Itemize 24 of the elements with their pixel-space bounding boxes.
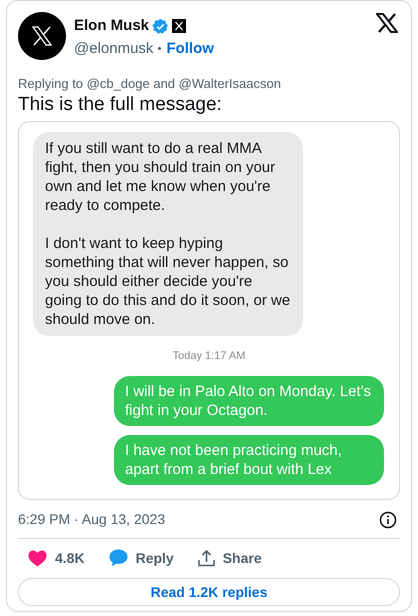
follow-link[interactable]: Follow xyxy=(166,38,214,60)
timestamp[interactable]: 6:29 PM · Aug 13, 2023 xyxy=(18,509,166,530)
read-replies-button[interactable]: Read 1.2K replies xyxy=(18,578,400,606)
avatar-icon[interactable] xyxy=(18,12,66,60)
x-logo-icon[interactable] xyxy=(376,13,398,33)
message-time: Today 1:17 AM xyxy=(172,349,246,364)
info-icon[interactable] xyxy=(379,510,397,528)
speech-bubble-icon[interactable] xyxy=(108,549,128,567)
message-text: I don't want to keep hyping something that will never happen, so you should either decide you're going to do this and do it soon, or we should move on. xyxy=(45,234,291,329)
affiliate-badge-icon xyxy=(172,19,186,34)
author-name[interactable]: Elon Musk xyxy=(74,15,150,38)
tweet-text: This is the full message: xyxy=(18,93,223,117)
heart-icon[interactable] xyxy=(28,550,47,566)
reply-label[interactable]: Reply xyxy=(136,548,174,568)
verified-badge-icon xyxy=(152,18,170,35)
share-label[interactable]: Share xyxy=(222,548,262,568)
like-count[interactable]: 4.8K xyxy=(55,548,85,568)
share-icon[interactable] xyxy=(198,550,215,566)
message-text: I will be in Palo Alto on Monday. Let's fight in your Octagon. xyxy=(125,382,372,420)
message-screenshot[interactable] xyxy=(18,121,400,500)
message-text: I have not been practicing much, apart from a brief bout with Lex xyxy=(125,440,343,478)
message-text: If you still want to do a real MMA fight, then you should train on your own and let me know when you're ready to compete. xyxy=(45,139,276,215)
author-handle[interactable]: @elonmusk xyxy=(74,38,154,60)
replying-to-text: Replying to @cb_doge and @WalterIsaacson xyxy=(18,75,282,93)
